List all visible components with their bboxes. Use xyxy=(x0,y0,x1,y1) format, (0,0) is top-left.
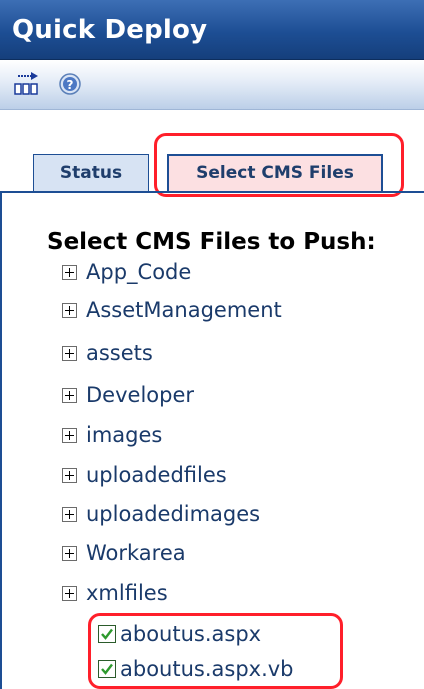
tree-node-label[interactable]: uploadedimages xyxy=(86,502,260,526)
tab-strip: Status Select CMS Files xyxy=(0,110,424,202)
tree-node-label[interactable]: images xyxy=(86,423,162,447)
expand-icon[interactable] xyxy=(62,427,77,443)
tree-node-uploadedimages: uploadedimages xyxy=(62,499,260,529)
tree-node-developer: Developer xyxy=(62,380,194,410)
tab-select-cms-files[interactable]: Select CMS Files xyxy=(167,154,383,192)
panel-border-left xyxy=(0,191,2,689)
panel-heading: Select CMS Files to Push: xyxy=(47,229,376,255)
deploy-icon[interactable] xyxy=(12,70,40,98)
expand-icon[interactable] xyxy=(62,302,77,318)
toolbar: ? xyxy=(0,60,424,110)
tree-node-label[interactable]: App_Code xyxy=(86,260,191,284)
tab-status[interactable]: Status xyxy=(33,154,149,192)
tree-node-label[interactable]: uploadedfiles xyxy=(86,463,227,487)
file-item-aboutus-aspx: aboutus.aspx xyxy=(98,618,261,650)
file-item-aboutus-aspx-vb: aboutus.aspx.vb xyxy=(98,653,294,685)
file-label[interactable]: aboutus.aspx.vb xyxy=(120,657,294,681)
tree-node-images: images xyxy=(62,420,162,450)
expand-icon[interactable] xyxy=(62,387,77,403)
expand-icon[interactable] xyxy=(62,264,77,280)
tree-node-label[interactable]: assets xyxy=(86,341,153,365)
expand-icon[interactable] xyxy=(62,545,77,561)
checkmark-icon xyxy=(101,628,113,640)
help-icon-graphic: ? xyxy=(59,73,81,95)
title-bar: Quick Deploy xyxy=(0,0,424,60)
tree-node-label[interactable]: xmlfiles xyxy=(86,581,168,605)
window-title: Quick Deploy xyxy=(12,15,208,45)
file-checkbox[interactable] xyxy=(98,625,116,643)
expand-icon[interactable] xyxy=(62,585,77,601)
tree-node-assetmanagement: AssetManagement xyxy=(62,295,282,325)
file-checkbox[interactable] xyxy=(98,660,116,678)
tree-node-uploadedfiles: uploadedfiles xyxy=(62,460,227,490)
tree-node-label[interactable]: Workarea xyxy=(86,541,186,565)
tree-node-label[interactable]: Developer xyxy=(86,383,194,407)
tree-node-app-code: App_Code xyxy=(62,257,191,287)
expand-icon[interactable] xyxy=(62,506,77,522)
tree-node-assets: assets xyxy=(62,338,153,368)
deploy-icon-graphic xyxy=(14,72,38,95)
expand-icon[interactable] xyxy=(62,345,77,361)
svg-text:?: ? xyxy=(67,78,74,92)
expand-icon[interactable] xyxy=(62,467,77,483)
tree-node-xmlfiles: xmlfiles xyxy=(62,578,168,608)
tree-node-label[interactable]: AssetManagement xyxy=(86,298,282,322)
file-label[interactable]: aboutus.aspx xyxy=(120,622,261,646)
panel-border xyxy=(0,191,424,193)
tree-node-workarea: Workarea xyxy=(62,538,186,568)
checkmark-icon xyxy=(101,663,113,675)
help-icon[interactable]: ? xyxy=(56,70,84,98)
